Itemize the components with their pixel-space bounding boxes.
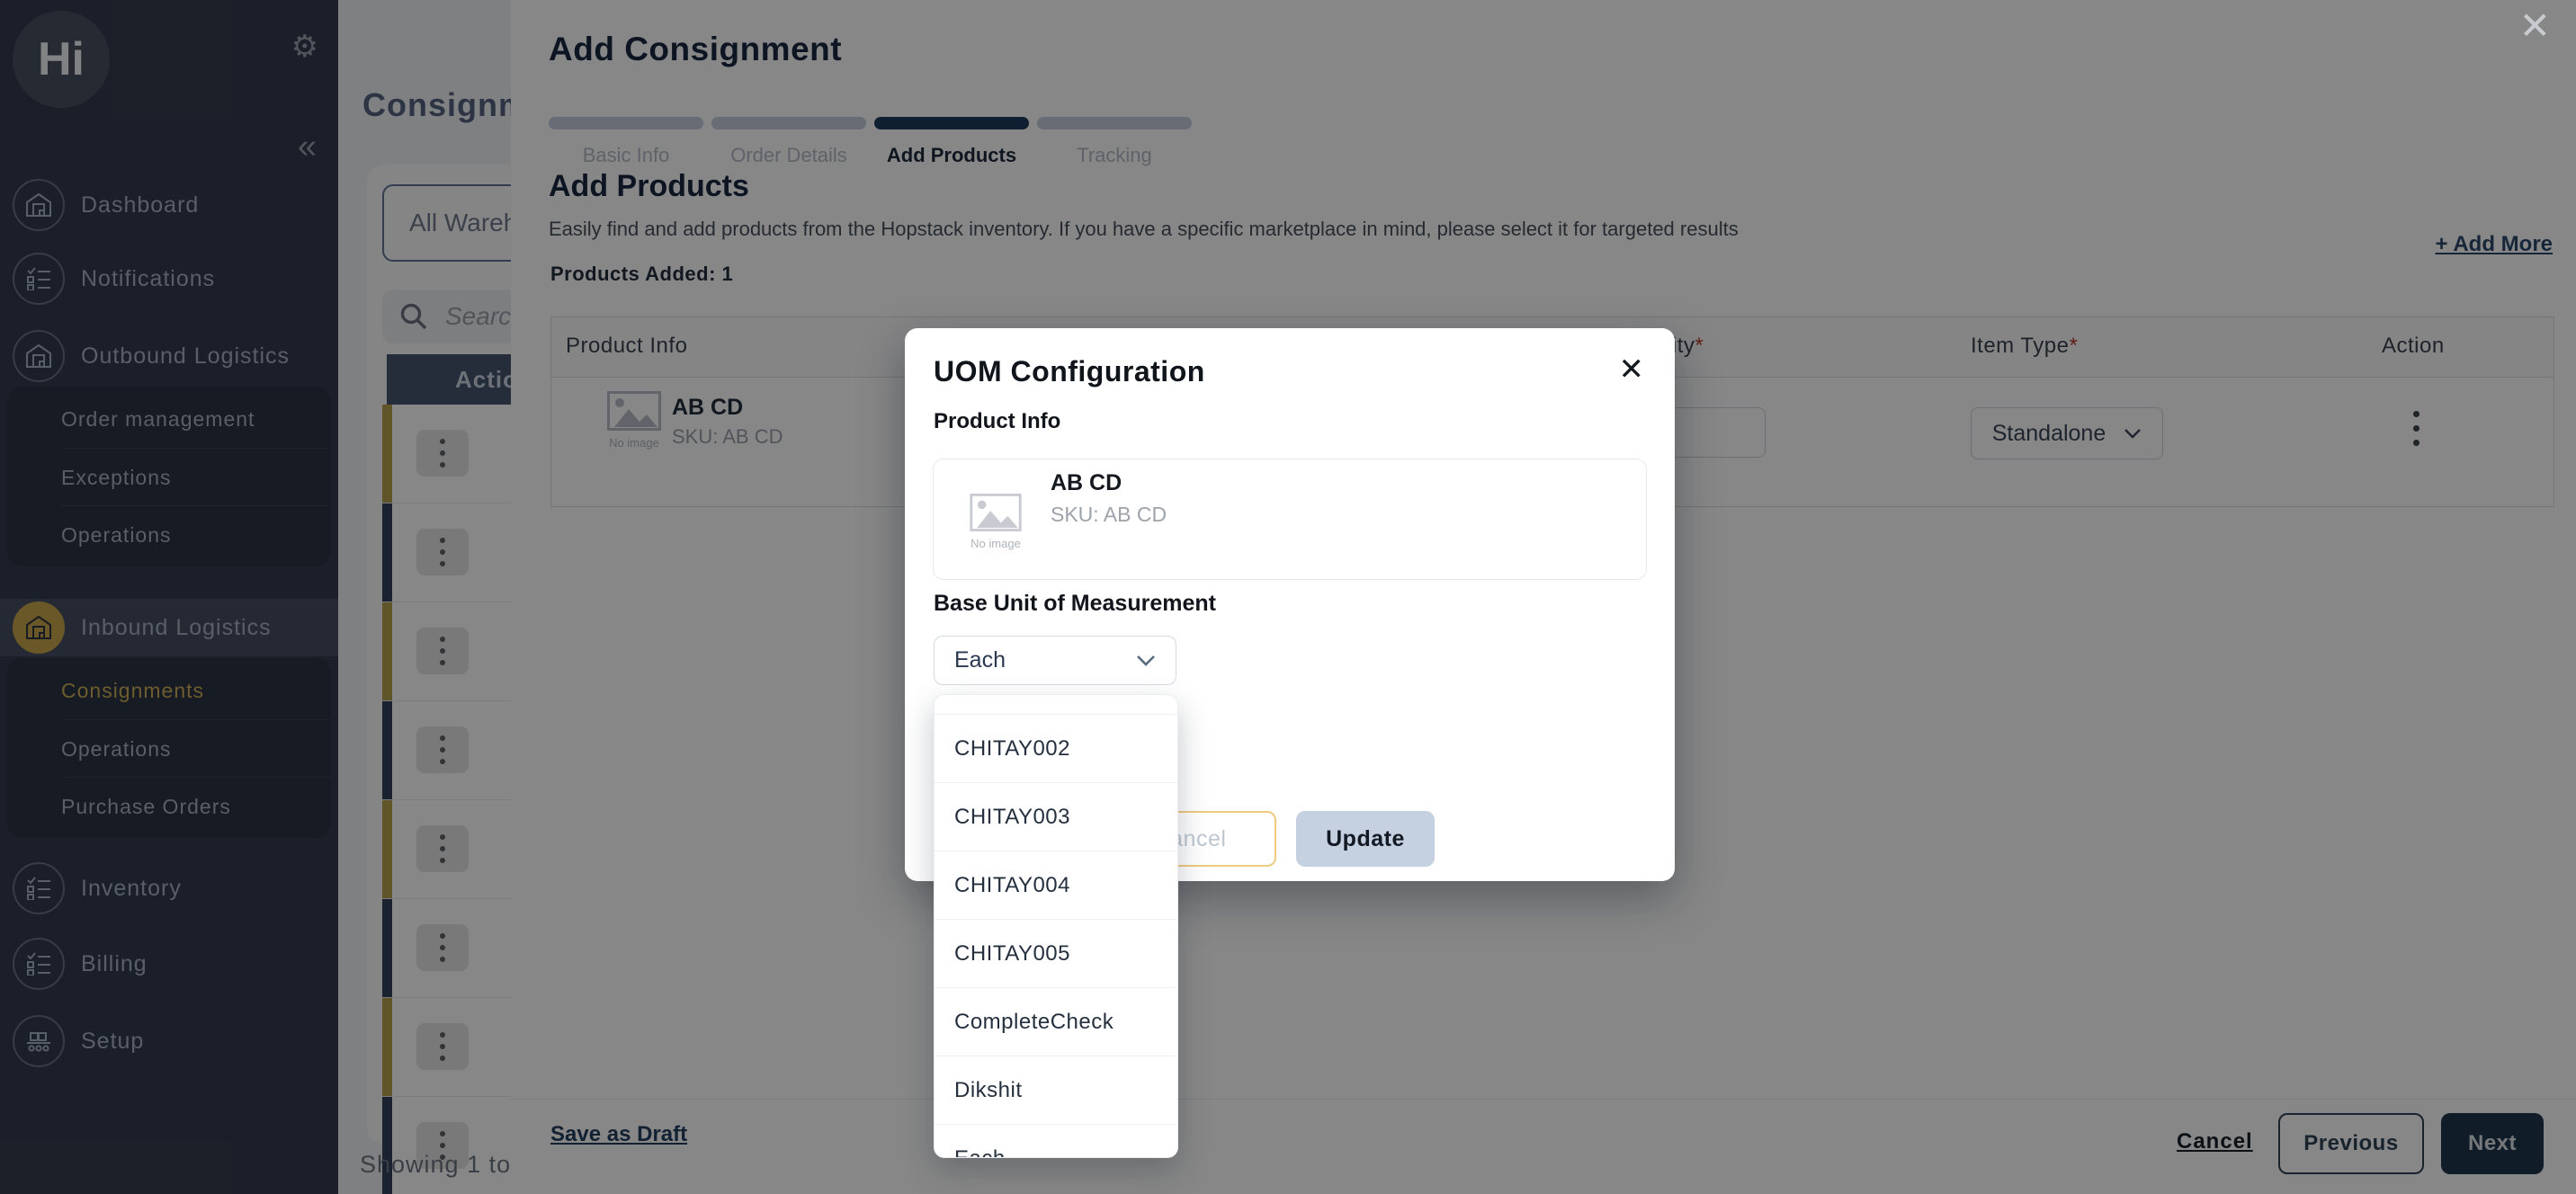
modal-title: UOM Configuration (934, 355, 1205, 388)
dropdown-option[interactable]: Each (935, 1125, 1177, 1158)
product-info-label: Product Info (934, 409, 1060, 434)
app-screen: Consignments All Warehouses Search Actio… (0, 0, 2576, 1194)
dropdown-option[interactable]: CompleteCheck (935, 988, 1177, 1056)
dropdown-option[interactable]: CHITAY002 (935, 715, 1177, 783)
image-placeholder-icon (970, 494, 1022, 531)
product-image-placeholder: No image (970, 494, 1022, 550)
base-uom-value: Each (954, 647, 1006, 673)
product-sku: SKU: AB CD (1051, 503, 1167, 527)
chevron-down-icon (1136, 655, 1156, 666)
dropdown-option[interactable]: CHITAY003 (935, 783, 1177, 851)
dropdown-option[interactable]: CHITAY005 (935, 920, 1177, 988)
modal-update-button[interactable]: Update (1296, 811, 1435, 867)
base-uom-select[interactable]: Each (934, 636, 1176, 685)
dropdown-option[interactable]: Dikshit (935, 1056, 1177, 1125)
uom-dropdown-list: CHITAY002 CHITAY003 CHITAY004 CHITAY005 … (934, 694, 1178, 1158)
modal-product-card: No image AB CD SKU: AB CD (933, 459, 1647, 580)
close-icon[interactable]: ✕ (2519, 4, 2551, 48)
modal-close-icon[interactable]: ✕ (1619, 352, 1645, 388)
no-image-label: No image (970, 537, 1021, 550)
dropdown-option[interactable]: CHITAY004 (935, 851, 1177, 920)
product-name: AB CD (1051, 470, 1122, 496)
base-uom-label: Base Unit of Measurement (934, 591, 1216, 617)
dropdown-search-strip[interactable] (935, 695, 1177, 715)
